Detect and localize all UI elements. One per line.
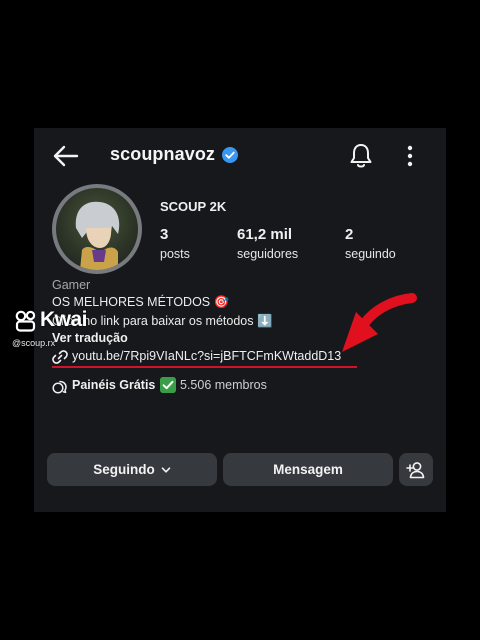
stat-following-value: 2 [345, 226, 354, 243]
check-mark-icon [160, 377, 176, 393]
red-underline [52, 366, 357, 368]
kwai-logo-icon [15, 310, 36, 332]
notification-bell-icon[interactable] [348, 142, 374, 170]
bio-link-text: youtu.be/7Rpi9VIaNLc?si=jBFTCFmKWtaddD13 [72, 349, 342, 363]
stat-posts-label: posts [160, 247, 190, 261]
stat-followers[interactable]: 61,2 mil seguidores [237, 226, 298, 261]
stat-following[interactable]: 2 seguindo [345, 226, 396, 261]
kwai-brand: Kwai [40, 308, 88, 331]
verified-badge-icon [222, 147, 238, 163]
add-person-icon [406, 461, 425, 478]
message-button-label: Mensagem [273, 462, 343, 477]
bio-category: Gamer [52, 278, 91, 292]
stat-posts-value: 3 [160, 226, 169, 243]
channel-icon [52, 380, 67, 394]
following-button-label: Seguindo [93, 462, 155, 477]
top-bar: scoupnavoz [34, 128, 446, 184]
avatar-image [56, 188, 138, 270]
display-name: SCOUP 2K [160, 199, 227, 214]
stat-followers-label: seguidores [237, 247, 299, 261]
add-person-button[interactable] [399, 453, 433, 486]
message-button[interactable]: Mensagem [223, 453, 393, 486]
following-button[interactable]: Seguindo [47, 453, 217, 486]
profile-username: scoupnavoz [110, 144, 216, 164]
stat-posts[interactable]: 3 posts [160, 226, 190, 261]
avatar[interactable] [52, 184, 142, 274]
see-translation-link[interactable]: Ver tradução [52, 331, 128, 345]
chevron-down-icon [161, 466, 171, 473]
stat-following-label: seguindo [345, 247, 396, 261]
more-vertical-icon[interactable] [402, 143, 418, 169]
link-icon [52, 350, 68, 364]
stat-followers-value: 61,2 mil [237, 226, 293, 243]
channel-name: Painéis Grátis [72, 378, 156, 392]
channel-member-count: 5.506 membros [180, 378, 267, 392]
kwai-handle: @scoup.rx [12, 338, 56, 348]
red-arrow-annotation [342, 293, 417, 352]
arrow-left-icon[interactable] [50, 142, 80, 170]
